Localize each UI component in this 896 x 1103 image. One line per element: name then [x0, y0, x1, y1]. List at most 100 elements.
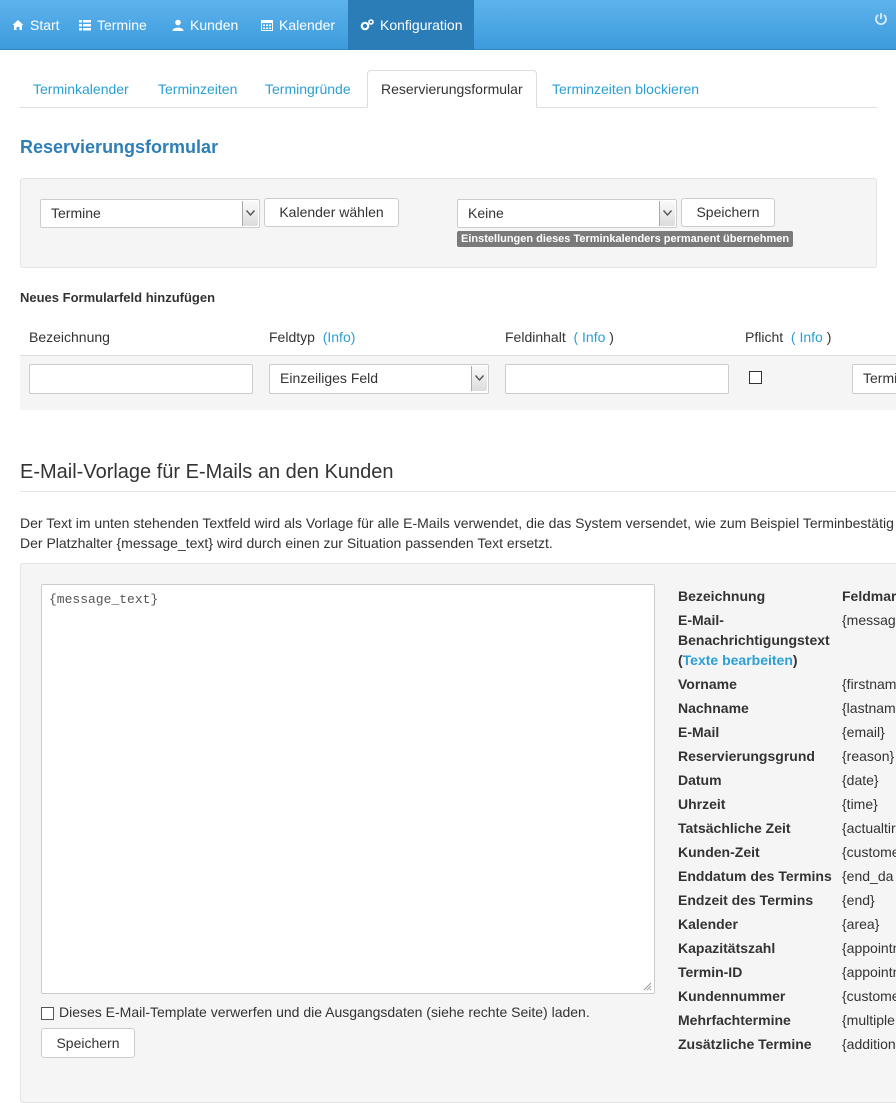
page-title: Reservierungsformular [20, 137, 219, 157]
placeholder-header-value: Feldmar [842, 588, 896, 604]
user-icon [172, 19, 184, 31]
email-template-description: Der Text im unten stehenden Textfeld wir… [20, 513, 896, 553]
pflicht-paren-close: ) [826, 329, 832, 345]
copy-settings-hint-badge: Einstellungen dieses Terminkalenders per… [457, 231, 794, 247]
chevron-down-icon [471, 366, 487, 391]
placeholder-value: {time} [842, 796, 878, 812]
feldinhalt-paren-close: ) [609, 329, 614, 345]
nav-konfiguration[interactable]: Konfiguration [348, 0, 474, 50]
placeholder-value: {appointn [842, 940, 896, 956]
nav-start-label: Start [30, 17, 60, 33]
bezeichnung-input[interactable] [29, 364, 253, 394]
edit-texts-link[interactable]: Texte bearbeiten [683, 652, 793, 668]
description-line-1: Der Text im unten stehenden Textfeld wir… [20, 515, 894, 531]
choose-calendar-button[interactable]: Kalender wählen [264, 198, 399, 227]
email-template-textarea[interactable]: {message_text} [41, 584, 655, 994]
nav-termine-label: Termine [97, 17, 147, 33]
placeholder-notification-label: E-Mail- Benachrichtigungstext (Texte bea… [678, 610, 830, 670]
resize-handle-icon[interactable] [643, 982, 652, 991]
cogs-icon [360, 19, 374, 31]
feldtyp-info-link[interactable]: Info [327, 329, 350, 345]
discard-template-checkbox[interactable] [41, 1007, 54, 1020]
pflicht-info-link[interactable]: Info [799, 329, 822, 345]
config-tabs: Terminkalender Terminzeiten Termingründe… [20, 70, 877, 108]
placeholder-value: {lastnam [842, 700, 896, 716]
tab-reservierungsformular[interactable]: Reservierungsformular [367, 70, 537, 108]
placeholder-value: {email} [842, 724, 885, 740]
placeholder-label: Kundennummer [678, 988, 786, 1004]
nav-start[interactable]: Start [0, 0, 70, 50]
new-field-heading: Neues Formularfeld hinzufügen [20, 290, 216, 305]
placeholder-label: Kalender [678, 916, 738, 932]
feldtyp-paren-close: ) [350, 329, 356, 345]
save-copy-settings-button[interactable]: Speichern [681, 198, 775, 227]
tab-terminkalender[interactable]: Terminkalender [20, 70, 142, 108]
copy-settings-select[interactable]: Keine [457, 199, 677, 228]
nav-kalender[interactable]: Kalender [249, 0, 349, 50]
placeholder-label: Zusätzliche Termine [678, 1036, 812, 1052]
column-header-pflicht-label: Pflicht [745, 329, 784, 345]
power-icon[interactable] [874, 12, 888, 26]
placeholder-label: Vorname [678, 676, 737, 692]
copy-settings-select-value: Keine [468, 205, 504, 221]
placeholder-label: Termin-ID [678, 964, 743, 980]
placeholder-label: Endzeit des Termins [678, 892, 814, 908]
feldtyp-select[interactable]: Einzeiliges Feld [269, 364, 489, 394]
email-template-heading: E-Mail-Vorlage für E-Mails an den Kunden [20, 461, 394, 483]
placeholder-value: {custome [842, 988, 896, 1004]
divider [20, 491, 896, 492]
placeholder-notification-value: {messag [842, 612, 896, 628]
save-template-button[interactable]: Speichern [41, 1028, 135, 1058]
column-header-pflicht: Pflicht ( Info ) [745, 329, 831, 345]
placeholder-header-label: Bezeichnung [678, 588, 766, 604]
feldtyp-select-value: Einzeiliges Feld [280, 370, 379, 386]
tab-terminzeiten-blockieren[interactable]: Terminzeiten blockieren [539, 70, 712, 108]
tab-terminzeiten[interactable]: Terminzeiten [145, 70, 250, 108]
nav-kunden[interactable]: Kunden [160, 0, 252, 50]
placeholder-label: Datum [678, 772, 722, 788]
column-header-feldinhalt: Feldinhalt ( Info ) [505, 329, 614, 345]
placeholder-label: Nachname [678, 700, 749, 716]
placeholder-value: {addition [842, 1036, 896, 1052]
extra-field-select-value: Termi [863, 370, 896, 386]
placeholder-value: {date} [842, 772, 879, 788]
placeholder-value: {actualtir [842, 820, 896, 836]
column-header-bezeichnung: Bezeichnung [29, 329, 110, 345]
calendar-icon [261, 20, 273, 31]
tab-termingruende[interactable]: Termingründe [252, 70, 364, 108]
chevron-down-icon [242, 201, 258, 226]
placeholder-label: Enddatum des Termins [678, 868, 832, 884]
placeholder-label: Reservierungsgrund [678, 748, 815, 764]
nav-kalender-label: Kalender [279, 17, 336, 33]
list-icon [79, 20, 91, 31]
calendar-select-value: Termine [51, 205, 101, 221]
feldinhalt-info-link[interactable]: Info [582, 329, 605, 345]
placeholder-value: {firstnam [842, 676, 896, 692]
calendar-select[interactable]: Termine [40, 199, 260, 228]
top-navigation: Start Termine Kunden Kalender Konfigurat… [0, 0, 896, 50]
feldinhalt-paren-open: ( [573, 329, 579, 345]
placeholder-value: {multiple [842, 1012, 895, 1028]
notification-label-line1: E-Mail- [678, 612, 724, 628]
placeholder-value: {end_da [842, 868, 894, 884]
placeholder-label: Kapazitätszahl [678, 940, 776, 956]
nav-konfiguration-label: Konfiguration [380, 17, 463, 33]
notification-label-line2: Benachrichtigungstext [678, 632, 830, 648]
column-header-feldtyp: Feldtyp (Info) [269, 329, 355, 345]
nav-kunden-label: Kunden [190, 17, 239, 33]
placeholder-label: E-Mail [678, 724, 720, 740]
pflicht-checkbox[interactable] [749, 371, 762, 384]
email-template-text: {message_text} [49, 592, 159, 607]
placeholder-value: {custome [842, 844, 896, 860]
feldinhalt-input[interactable] [505, 364, 729, 394]
placeholder-label: Tatsächliche Zeit [678, 820, 791, 836]
column-header-feldinhalt-label: Feldinhalt [505, 329, 566, 345]
extra-field-select[interactable]: Termi [852, 364, 896, 394]
placeholder-value: {reason} [842, 748, 895, 764]
placeholder-label: Mehrfachtermine [678, 1012, 791, 1028]
nav-termine[interactable]: Termine [67, 0, 162, 50]
placeholder-label: Uhrzeit [678, 796, 726, 812]
placeholder-label: Kunden-Zeit [678, 844, 760, 860]
home-icon [12, 20, 24, 30]
notification-link-paren-close: ) [792, 652, 798, 668]
